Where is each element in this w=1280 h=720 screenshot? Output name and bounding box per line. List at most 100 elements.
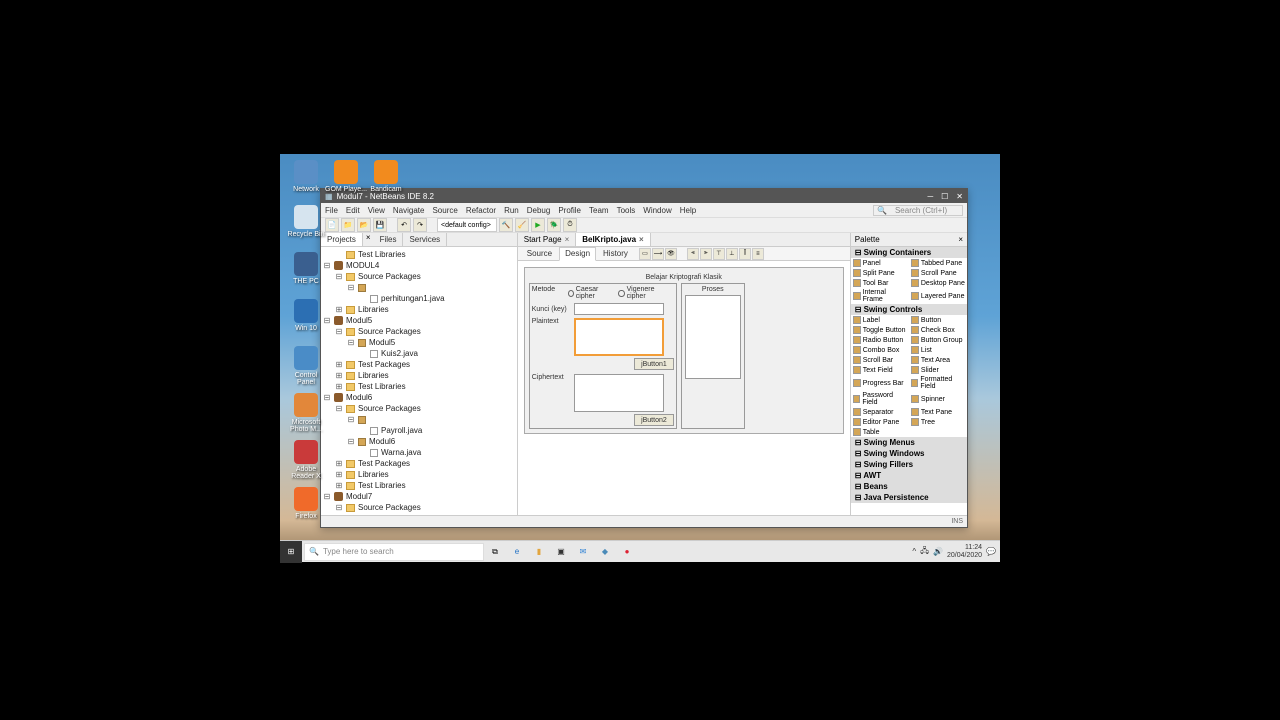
clean-build-button[interactable]: 🧹 [515, 218, 529, 232]
desktop-icon-control-panel[interactable]: Control Panel [285, 346, 327, 386]
menu-refactor[interactable]: Refactor [466, 206, 496, 215]
config-dropdown[interactable]: <default config> [437, 218, 497, 232]
notifications-icon[interactable]: 💬 [986, 547, 996, 556]
vigenere-radio[interactable]: Vigenere cipher [618, 286, 667, 300]
desktop-icon-microsoft-photo-m-[interactable]: Microsoft Photo M... [285, 393, 327, 433]
desktop-icon-adobe-reader-x[interactable]: Adobe Reader X [285, 440, 327, 480]
close-icon[interactable]: × [565, 233, 570, 246]
undo-button[interactable]: ↶ [397, 218, 411, 232]
tree-node[interactable]: ⊟ [323, 282, 515, 293]
form-designer[interactable]: Belajar Kriptografi Klasik Metode Caesar… [518, 261, 850, 515]
tree-node[interactable]: ⊟MODUL4 [323, 260, 515, 271]
palette-item-text-area[interactable]: Text Area [909, 355, 967, 365]
tree-node[interactable]: ⊟Modul5 [323, 337, 515, 348]
menu-navigate[interactable]: Navigate [393, 206, 425, 215]
tree-node[interactable]: ⊟Modul7 [323, 491, 515, 502]
desktop-icon-firefox[interactable]: Firefox [285, 487, 327, 520]
store-icon[interactable]: ▣ [552, 543, 570, 561]
tree-node[interactable]: Payroll.java [323, 425, 515, 436]
network-tray-icon[interactable]: 🖧 [920, 545, 929, 559]
close-button[interactable]: ✕ [956, 192, 963, 201]
tree-node[interactable]: ⊞Libraries [323, 370, 515, 381]
tab-design[interactable]: Design [559, 247, 596, 261]
menu-help[interactable]: Help [680, 206, 696, 215]
palette-item-formatted-field[interactable]: Formatted Field [909, 375, 967, 391]
palette-section-swing-fillers[interactable]: ⊟ Swing Fillers [851, 459, 967, 470]
palette-section-swing-windows[interactable]: ⊟ Swing Windows [851, 448, 967, 459]
desktop-icon-recycle-bin[interactable]: Recycle Bin [285, 205, 327, 238]
palette-item-tree[interactable]: Tree [909, 417, 967, 427]
tab-projects[interactable]: Projects [321, 233, 363, 246]
menu-source[interactable]: Source [432, 206, 457, 215]
desktop-icon-gom-playe-[interactable]: GOM Playe... [325, 160, 367, 193]
desktop-icon-win-10[interactable]: Win 10 [285, 299, 327, 332]
palette-item-scroll-pane[interactable]: Scroll Pane [909, 268, 967, 278]
caesar-radio[interactable]: Caesar cipher [568, 286, 613, 300]
tree-node[interactable]: Test Libraries [323, 249, 515, 260]
palette-section-java-persistence[interactable]: ⊟ Java Persistence [851, 492, 967, 503]
palette-item-toggle-button[interactable]: Toggle Button [851, 325, 909, 335]
taskbar-clock[interactable]: 11:2420/04/2020 [947, 544, 982, 560]
palette-section-swing-containers[interactable]: ⊟ Swing Containers [851, 247, 967, 258]
save-all-button[interactable]: 💾 [373, 218, 387, 232]
menu-run[interactable]: Run [504, 206, 519, 215]
palette-item-desktop-pane[interactable]: Desktop Pane [909, 278, 967, 288]
jframe-preview[interactable]: Belajar Kriptografi Klasik Metode Caesar… [524, 267, 844, 434]
tab-services[interactable]: Services [403, 233, 447, 246]
output-textarea[interactable] [685, 295, 741, 379]
palette-item-table[interactable]: Table [851, 427, 909, 437]
menu-search[interactable]: 🔍 Search (Ctrl+I) [873, 205, 963, 216]
palette-item-text-field[interactable]: Text Field [851, 365, 909, 375]
editor-tab-start-page[interactable]: Start Page× [518, 233, 576, 246]
align-top-button[interactable]: ⊤ [713, 248, 725, 260]
align-right-button[interactable]: ⫸ [700, 248, 712, 260]
palette-item-split-pane[interactable]: Split Pane [851, 268, 909, 278]
menu-view[interactable]: View [368, 206, 385, 215]
tree-node[interactable]: ⊟Modul6 [323, 392, 515, 403]
volume-tray-icon[interactable]: 🔊 [933, 547, 943, 556]
palette-item-internal-frame[interactable]: Internal Frame [851, 288, 909, 304]
jbutton2[interactable]: jButton2 [634, 414, 674, 426]
build-button[interactable]: 🔨 [499, 218, 513, 232]
maximize-button[interactable]: ☐ [941, 192, 948, 201]
palette-item-button[interactable]: Button [909, 315, 967, 325]
palette-section-beans[interactable]: ⊟ Beans [851, 481, 967, 492]
center-h-button[interactable]: ⫿ [739, 248, 751, 260]
menu-team[interactable]: Team [589, 206, 609, 215]
palette-section-swing-menus[interactable]: ⊟ Swing Menus [851, 437, 967, 448]
palette-item-separator[interactable]: Separator [851, 407, 909, 417]
redo-button[interactable]: ↷ [413, 218, 427, 232]
new-file-button[interactable]: 📄 [325, 218, 339, 232]
palette-item-list[interactable]: List [909, 345, 967, 355]
tree-node[interactable]: ⊟Source Packages [323, 271, 515, 282]
jbutton1[interactable]: jButton1 [634, 358, 674, 370]
new-project-button[interactable]: 📁 [341, 218, 355, 232]
palette-item-radio-button[interactable]: Radio Button [851, 335, 909, 345]
palette-item-progress-bar[interactable]: Progress Bar [851, 375, 909, 391]
preview-button[interactable]: 👁 [665, 248, 677, 260]
bandicam-task-icon[interactable]: ● [618, 543, 636, 561]
desktop-icon-network[interactable]: Network [285, 160, 327, 193]
palette-item-text-pane[interactable]: Text Pane [909, 407, 967, 417]
tree-node[interactable]: ⊟Source Packages [323, 502, 515, 513]
close-tab-icon[interactable]: × [363, 233, 374, 246]
debug-button[interactable]: 🪲 [547, 218, 561, 232]
mail-icon[interactable]: ✉ [574, 543, 592, 561]
tree-node[interactable]: Warna.java [323, 447, 515, 458]
tree-node[interactable]: ⊟Modul5 [323, 315, 515, 326]
profile-button[interactable]: ⏱ [563, 218, 577, 232]
palette-item-slider[interactable]: Slider [909, 365, 967, 375]
explorer-icon[interactable]: ▮ [530, 543, 548, 561]
window-titlebar[interactable]: ▦ Modul7 - NetBeans IDE 8.2 ─ ☐ ✕ [321, 189, 967, 203]
menu-profile[interactable]: Profile [558, 206, 581, 215]
palette-item-spinner[interactable]: Spinner [909, 391, 967, 407]
tree-node[interactable]: ⊟Source Packages [323, 326, 515, 337]
palette-item-label[interactable]: Label [851, 315, 909, 325]
tree-node[interactable]: ⊟Modul6 [323, 436, 515, 447]
system-tray[interactable]: ^ 🖧 🔊 11:2420/04/2020 💬 [912, 544, 1000, 560]
palette-item-layered-pane[interactable]: Layered Pane [909, 288, 967, 304]
project-tree[interactable]: Test Libraries⊟MODUL4⊟Source Packages⊟pe… [321, 247, 517, 515]
task-view-button[interactable]: ⧉ [486, 543, 504, 561]
tree-node[interactable]: ⊞Test Libraries [323, 480, 515, 491]
palette-item-tool-bar[interactable]: Tool Bar [851, 278, 909, 288]
